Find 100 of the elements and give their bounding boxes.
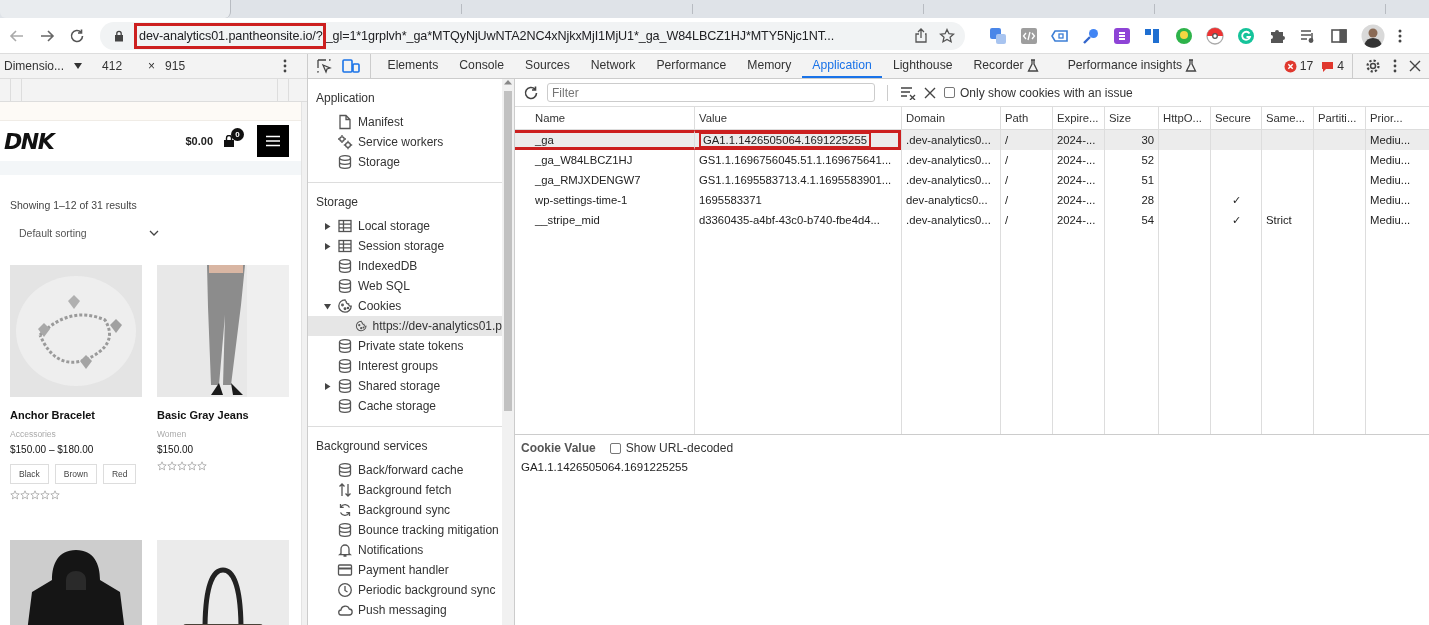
column-header[interactable]: Value bbox=[694, 107, 901, 129]
avatar-icon[interactable] bbox=[1361, 23, 1385, 48]
sidebar-item[interactable]: https://dev-analytics01.p bbox=[308, 316, 502, 336]
table-cell: Mediu... bbox=[1365, 130, 1429, 150]
inspect-icon[interactable] bbox=[316, 58, 332, 74]
product-name[interactable]: Basic Gray Jeans bbox=[157, 409, 249, 421]
cookie-row[interactable]: _ga_W84LBCZ1HJ GS1.1.1696756045.51.1.169675641... .dev-analytics0... / 2024-... 52 Mediu... bbox=[515, 150, 1429, 170]
clear-filter-icon[interactable] bbox=[900, 85, 916, 100]
column-header[interactable]: Size bbox=[1104, 107, 1158, 129]
sidebar-item[interactable]: IndexedDB bbox=[308, 256, 502, 276]
sidebar-item[interactable]: Back/forward cache bbox=[308, 460, 502, 480]
extension-icon[interactable] bbox=[1113, 26, 1131, 45]
address-bar[interactable]: dev-analytics01.pantheonsite.io/? _gl=1*1grplvh*_ga*MTQyNjUwNTA2NC4xNjkxMjI1MjU1*_ga_W84LBCZ1HJ*MTY5Njc1NT... bbox=[100, 21, 965, 50]
sidebar-item[interactable]: Push messaging bbox=[308, 600, 502, 620]
sidebar-item[interactable]: Service workers bbox=[308, 132, 502, 152]
collapsed-arrow-icon bbox=[324, 242, 331, 250]
sidebar-item[interactable]: Notifications bbox=[308, 540, 502, 560]
board-icon[interactable] bbox=[1144, 26, 1162, 45]
sidebar-item[interactable]: Session storage bbox=[308, 236, 502, 256]
issue-icon[interactable] bbox=[1321, 59, 1335, 73]
scrollbar-thumb[interactable] bbox=[504, 91, 512, 411]
devtools-tab[interactable]: Recorder bbox=[963, 54, 1050, 78]
issues-checkbox[interactable]: Only show cookies with an issue bbox=[944, 85, 1133, 100]
device-dimensions[interactable]: Dimensio... bbox=[4, 59, 65, 73]
column-header[interactable]: Partiti... bbox=[1313, 107, 1365, 129]
sorting-select[interactable]: Default sorting bbox=[19, 227, 159, 239]
settings-icon[interactable] bbox=[1365, 58, 1381, 74]
caret-icon[interactable] bbox=[74, 62, 83, 70]
collapsed-arrow-icon bbox=[324, 222, 331, 230]
width-value[interactable]: 412 bbox=[102, 59, 123, 73]
error-icon[interactable] bbox=[1283, 59, 1297, 73]
kebab-icon[interactable] bbox=[1393, 59, 1397, 73]
option-chip[interactable]: Red bbox=[102, 464, 137, 484]
sidebar-item[interactable]: Interest groups bbox=[308, 356, 502, 376]
column-header[interactable]: Secure bbox=[1210, 107, 1261, 129]
devtools-tab[interactable]: Network bbox=[580, 54, 646, 78]
devtools-tab[interactable]: Console bbox=[448, 54, 515, 78]
sidebar-item[interactable]: Manifest bbox=[308, 112, 502, 132]
ball-icon[interactable] bbox=[1206, 26, 1224, 45]
device-icon[interactable] bbox=[342, 58, 360, 74]
sidebar-item[interactable]: Background fetch bbox=[308, 480, 502, 500]
cookie-row[interactable]: __stripe_mid d3360435-a4bf-43c0-b740-fbe4d4... .dev-analytics0... / 2024-... 54 ✓ Strict Mediu... bbox=[515, 210, 1429, 230]
close-icon[interactable] bbox=[1409, 60, 1421, 72]
devtools-tab[interactable]: Application bbox=[801, 54, 883, 78]
error-count[interactable]: 17 bbox=[1299, 59, 1314, 73]
sidebar-item[interactable]: Payment handler bbox=[308, 560, 502, 580]
sidebar-item[interactable]: Cookies bbox=[308, 296, 502, 316]
arrows-icon bbox=[337, 482, 353, 498]
product-price: $150.00 – $180.00 bbox=[10, 444, 94, 455]
refresh-icon[interactable] bbox=[523, 84, 539, 101]
table-cell: 1695583371 bbox=[694, 190, 901, 210]
column-header[interactable]: Prior... bbox=[1365, 107, 1429, 129]
star-icon[interactable] bbox=[939, 27, 955, 44]
cookie-row[interactable]: _ga_RMJXDENGW7 GS1.1.1695583713.4.1.1695583901... .dev-analytics0... / 2024-... 51 Mediu... bbox=[515, 170, 1429, 190]
url-decoded-checkbox[interactable]: Show URL-decoded bbox=[609, 441, 734, 455]
sidebar-item[interactable]: Web SQL bbox=[308, 276, 502, 296]
devtools-tab[interactable]: Memory bbox=[736, 54, 802, 78]
sync-icon bbox=[337, 502, 353, 518]
table-cell: GA1.1.1426505064.1691225255 bbox=[694, 130, 901, 150]
magnifier-icon[interactable] bbox=[1082, 26, 1100, 45]
menu-icon[interactable] bbox=[1398, 27, 1402, 44]
devtools-tab[interactable]: Performance insights bbox=[1057, 54, 1208, 78]
option-chip[interactable]: Black bbox=[10, 464, 49, 484]
filter-field[interactable]: Filter bbox=[547, 83, 875, 102]
column-header[interactable]: Path bbox=[1000, 107, 1052, 129]
logo[interactable]: DNK bbox=[4, 128, 54, 154]
product-name[interactable]: Anchor Bracelet bbox=[10, 409, 95, 421]
sidebar-item[interactable]: Private state tokens bbox=[308, 336, 502, 356]
bulb-icon[interactable] bbox=[1175, 26, 1193, 45]
column-header[interactable]: Expire... bbox=[1052, 107, 1104, 129]
sidebar-item[interactable]: Cache storage bbox=[308, 396, 502, 416]
translate-icon[interactable] bbox=[989, 26, 1007, 45]
issue-count[interactable]: 4 bbox=[1337, 59, 1344, 73]
height-value[interactable]: 915 bbox=[165, 59, 186, 73]
sidebar-item[interactable]: Periodic background sync bbox=[308, 580, 502, 600]
menu-button[interactable] bbox=[257, 125, 289, 157]
column-header[interactable]: Domain bbox=[901, 107, 1000, 129]
cart-icon[interactable] bbox=[223, 135, 235, 147]
sidebar-item[interactable]: Background sync bbox=[308, 500, 502, 520]
devtools-tab[interactable]: Performance bbox=[645, 54, 737, 78]
column-header[interactable]: Same... bbox=[1261, 107, 1313, 129]
option-chip[interactable]: Brown bbox=[54, 464, 97, 484]
devtools-tab[interactable]: Sources bbox=[514, 54, 581, 78]
sidebar-item[interactable]: Storage bbox=[308, 152, 502, 172]
cookie-row[interactable]: _ga GA1.1.1426505064.1691225255 .dev-analytics0... / 2024-... 30 Mediu... bbox=[515, 130, 1429, 150]
cookie-icon bbox=[337, 298, 353, 314]
devtools-tab[interactable]: Elements bbox=[377, 54, 449, 78]
sidebar-icon[interactable] bbox=[1330, 26, 1348, 45]
kebab-icon[interactable] bbox=[283, 59, 287, 73]
sidebar-item[interactable]: Local storage bbox=[308, 216, 502, 236]
share-icon[interactable] bbox=[913, 27, 929, 44]
code-icon[interactable] bbox=[1020, 26, 1038, 45]
cookie-row[interactable]: wp-settings-time-1 1695583371 dev-analytics0... / 2024-... 28 ✓ Mediu... bbox=[515, 190, 1429, 210]
column-header[interactable]: HttpO... bbox=[1158, 107, 1210, 129]
column-header[interactable]: Name bbox=[515, 107, 694, 129]
devtools-tab[interactable]: Lighthouse bbox=[882, 54, 963, 78]
table-cell: dev-analytics0... bbox=[901, 190, 1000, 210]
sidebar-item[interactable]: Shared storage bbox=[308, 376, 502, 396]
sidebar-item[interactable]: Bounce tracking mitigation bbox=[308, 520, 502, 540]
close-icon[interactable] bbox=[924, 86, 936, 99]
